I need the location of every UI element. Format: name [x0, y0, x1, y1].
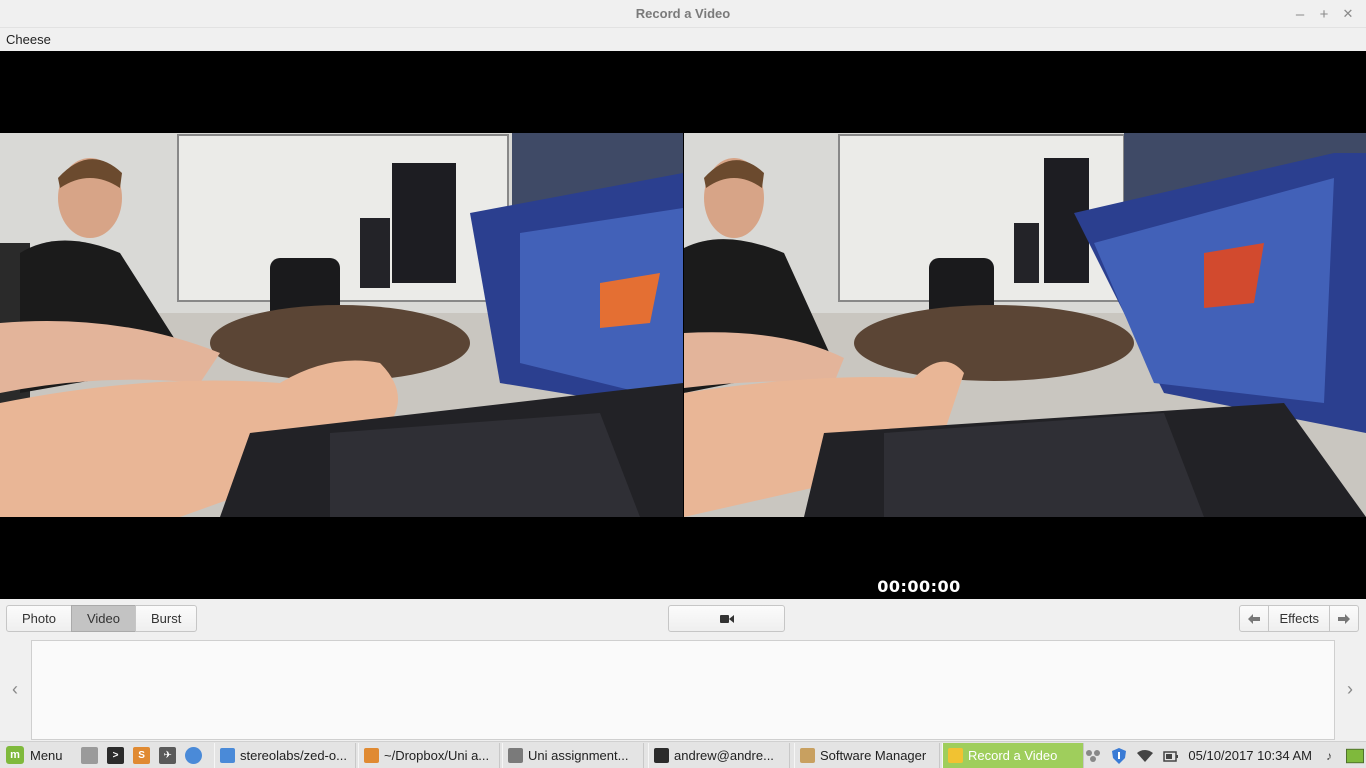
chromium-launcher[interactable] — [183, 744, 205, 766]
camera-feed-right — [684, 133, 1366, 517]
menu-cheese[interactable]: Cheese — [6, 32, 51, 47]
effects-group: Effects — [1239, 605, 1359, 632]
task-label: Uni assignment... — [528, 748, 629, 763]
menu-bar: Cheese — [0, 28, 1366, 51]
camera-feed-scene-icon — [0, 133, 683, 517]
chromium-icon — [185, 746, 203, 764]
taskbar: m Menu > S ✈ stereolabs/zed-o... ~/Dropb… — [0, 741, 1366, 768]
clock[interactable]: 05/10/2017 10:34 AM — [1188, 748, 1312, 763]
mint-logo-icon: m — [6, 746, 24, 764]
sublime-text-icon: S — [133, 746, 151, 764]
video-camera-icon — [719, 614, 734, 623]
terminal-launcher[interactable]: > — [105, 744, 127, 766]
thumbnail-strip: ‹ › — [0, 639, 1366, 741]
terminal-icon — [654, 748, 669, 763]
network-devices-icon[interactable] — [1084, 747, 1102, 765]
task-chromium[interactable]: stereolabs/zed-o... — [214, 743, 356, 768]
effects-prev-button[interactable] — [1239, 605, 1270, 632]
window-title: Record a Video — [635, 6, 731, 21]
camera-feed-left — [0, 133, 683, 517]
start-menu-button[interactable]: m Menu — [0, 742, 69, 768]
mode-video-button[interactable]: Video — [70, 605, 136, 632]
task-label: andrew@andre... — [674, 748, 774, 763]
task-terminal[interactable]: andrew@andre... — [648, 743, 790, 768]
airplane-app-icon: ✈ — [159, 746, 177, 764]
recording-timer: 00:00:00 — [877, 577, 961, 596]
arrow-right-icon — [1338, 613, 1350, 624]
show-desktop-launcher[interactable] — [79, 744, 101, 766]
effects-button[interactable]: Effects — [1268, 605, 1330, 632]
minimize-button[interactable]: – — [1290, 4, 1310, 24]
maximize-button[interactable]: + — [1314, 4, 1334, 24]
show-desktop-icon — [81, 746, 99, 764]
wifi-icon[interactable] — [1136, 747, 1154, 765]
terminal-icon: > — [107, 746, 125, 764]
effects-next-button[interactable] — [1329, 605, 1359, 632]
mode-switcher: Photo Video Burst — [6, 605, 198, 632]
software-manager-icon — [800, 748, 815, 763]
music-note-icon[interactable]: ♪ — [1320, 747, 1338, 765]
title-bar: Record a Video – + ✕ — [0, 0, 1366, 28]
thumbnails-next-button[interactable]: › — [1342, 677, 1358, 701]
cheese-icon — [948, 748, 963, 763]
mode-toolbar: Photo Video Burst Effects — [0, 599, 1366, 639]
close-button[interactable]: ✕ — [1338, 4, 1358, 24]
viewfinder: 00:00:00 — [0, 51, 1366, 599]
arrow-left-icon — [1248, 613, 1261, 624]
battery-icon[interactable] — [1162, 747, 1180, 765]
task-label: ~/Dropbox/Uni a... — [384, 748, 490, 763]
task-cheese[interactable]: Record a Video — [942, 743, 1084, 768]
mode-burst-button[interactable]: Burst — [135, 605, 198, 632]
system-tray: 05/10/2017 10:34 AM ♪ — [1084, 742, 1366, 768]
mode-photo-button[interactable]: Photo — [6, 605, 72, 632]
task-software-manager[interactable]: Software Manager — [794, 743, 940, 768]
record-video-button[interactable] — [668, 605, 785, 632]
workspace-icon[interactable] — [1346, 747, 1364, 765]
thumbnail-list[interactable] — [31, 640, 1335, 740]
task-document-viewer[interactable]: Uni assignment... — [502, 743, 644, 768]
thumbnails-prev-button[interactable]: ‹ — [7, 677, 23, 701]
sublime-launcher[interactable]: S — [131, 744, 153, 766]
camera-feed-scene-icon — [684, 133, 1366, 517]
airplane-launcher[interactable]: ✈ — [157, 744, 179, 766]
task-sublime[interactable]: ~/Dropbox/Uni a... — [358, 743, 500, 768]
start-menu-label: Menu — [30, 747, 63, 763]
task-label: Record a Video — [968, 748, 1058, 763]
task-label: stereolabs/zed-o... — [240, 748, 347, 763]
shield-icon[interactable] — [1110, 747, 1128, 765]
chromium-icon — [220, 748, 235, 763]
sublime-text-icon — [364, 748, 379, 763]
document-viewer-icon — [508, 748, 523, 763]
task-label: Software Manager — [820, 748, 927, 763]
